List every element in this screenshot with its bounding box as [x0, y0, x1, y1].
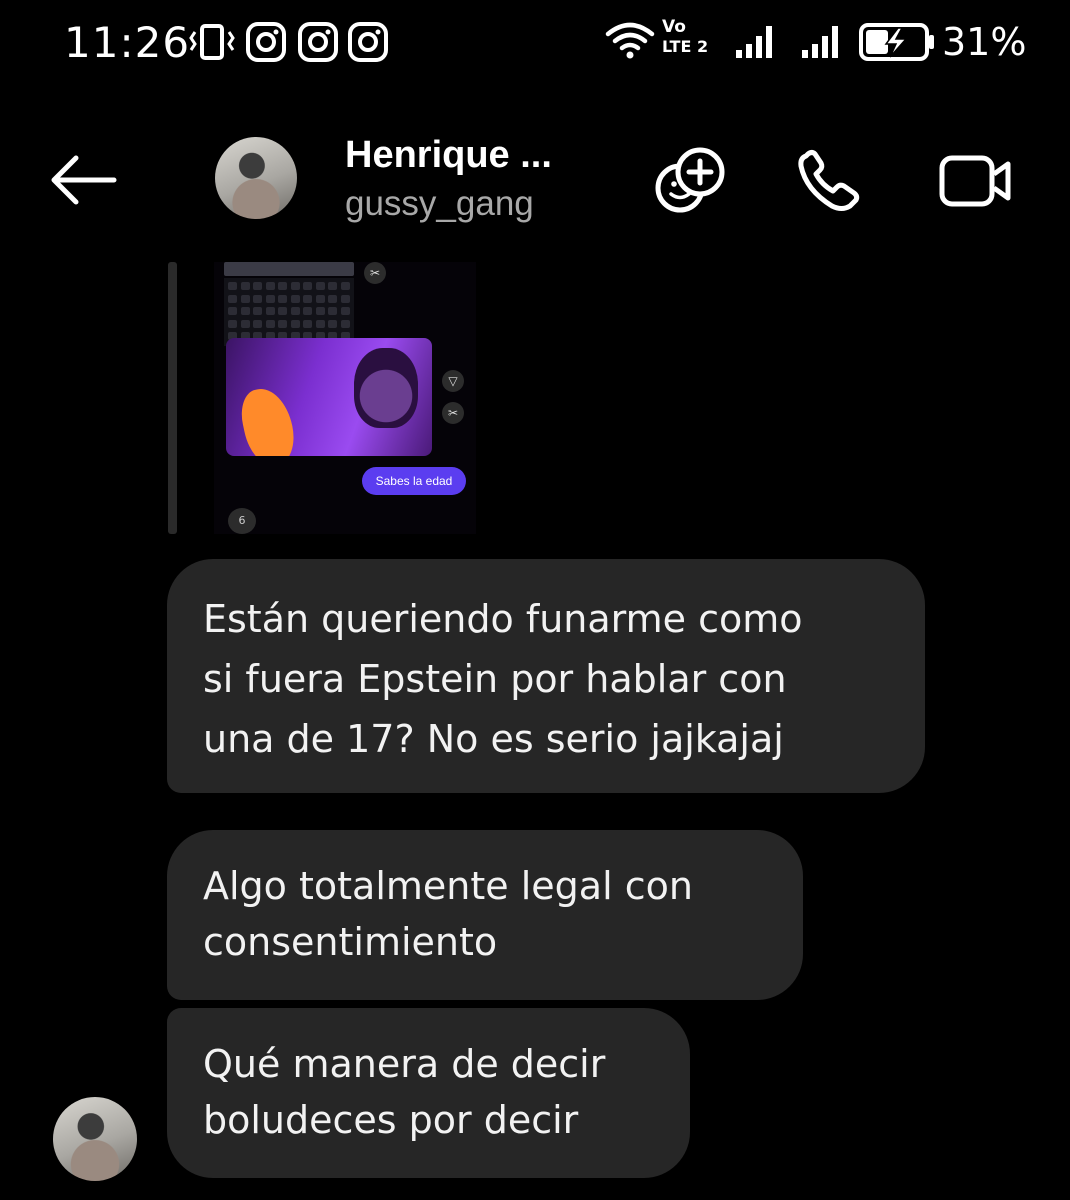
screenshot-keyboard-key	[340, 282, 350, 290]
vibrate-icon	[189, 24, 235, 60]
screenshot-keyboard-key	[290, 282, 300, 290]
instagram-icon	[298, 22, 338, 62]
screenshot-keyboard-key	[278, 282, 287, 290]
message-text: Algo totalmente legal con consentimiento	[203, 864, 693, 964]
orange-scribble	[236, 383, 300, 456]
screenshot-send-icon: ▽	[442, 370, 464, 392]
screenshot-keyboard-key	[290, 294, 300, 303]
screenshot-timestamp: 6	[228, 508, 256, 534]
status-bar: 11:26 Vo LTE 2 31%	[0, 0, 1070, 90]
screenshot-keyboard-key	[253, 282, 262, 290]
message-bubble[interactable]: Algo totalmente legal con consentimiento	[167, 830, 803, 1000]
screenshot-keyboard-key	[340, 307, 350, 315]
video-icon[interactable]	[936, 146, 1016, 216]
screenshot-keyboard-key	[278, 307, 287, 315]
screenshot-keyboard-key	[303, 319, 312, 328]
screenshot-message-input	[224, 262, 354, 276]
screenshot-keyboard-key	[328, 282, 337, 290]
screenshot-message-bubble: Sabes la edad	[362, 467, 466, 495]
screenshot-keyboard-key	[265, 307, 275, 315]
screenshot-keyboard-key	[240, 307, 250, 315]
battery-charging-icon	[859, 23, 934, 61]
volte-label-top: Vo	[662, 17, 686, 37]
message-text: Qué manera de decir boludeces por decir	[203, 1042, 606, 1142]
screenshot-keyboard-key	[328, 319, 337, 328]
screenshot-keyboard-key	[228, 319, 237, 328]
screenshot-keyboard-key	[240, 319, 250, 328]
screenshot-keyboard-key	[265, 319, 275, 328]
sender-avatar[interactable]	[53, 1097, 137, 1181]
signal-icon	[802, 26, 838, 58]
message-text: Están queriendo funarme como si fuera Ep…	[203, 597, 803, 761]
volte-label-bottom: LTE 2	[662, 37, 709, 56]
screenshot-keyboard-key	[240, 294, 250, 303]
contact-name[interactable]: Henrique ...	[345, 134, 552, 177]
screenshot-keyboard-key	[315, 319, 325, 328]
volte-icon: Vo LTE 2	[662, 18, 714, 62]
shared-screenshot[interactable]: ✂ ▽ ✂ Sabes la edad 6	[214, 262, 476, 534]
screenshot-keyboard-key	[340, 319, 350, 328]
screenshot-keyboard-key	[328, 307, 337, 315]
screenshot-keyboard-key	[315, 294, 325, 303]
screenshot-keyboard-key	[228, 307, 237, 315]
screenshot-keyboard-key	[278, 319, 287, 328]
back-arrow-icon[interactable]	[46, 150, 120, 210]
instagram-icon	[246, 22, 286, 62]
screenshot-keyboard-key	[265, 282, 275, 290]
clock: 11:26	[64, 18, 191, 67]
screenshot-keyboard-key	[315, 282, 325, 290]
screenshot-keyboard-key	[303, 294, 312, 303]
wifi-icon	[605, 22, 655, 59]
screenshot-keyboard-key	[265, 294, 275, 303]
battery-percent: 31%	[942, 20, 1027, 64]
screenshot-photo	[226, 338, 432, 456]
screenshot-keyboard-key	[290, 307, 300, 315]
screenshot-keyboard-key	[253, 319, 262, 328]
avatar[interactable]	[215, 137, 297, 219]
signal-icon	[736, 26, 772, 58]
screenshot-keyboard-key	[278, 294, 287, 303]
screenshot-share-icon: ✂	[442, 402, 464, 424]
screenshot-keyboard-key	[315, 307, 325, 315]
add-people-icon[interactable]	[650, 146, 730, 216]
message-bubble[interactable]: Están queriendo funarme como si fuera Ep…	[167, 559, 925, 793]
screenshot-face	[354, 348, 418, 428]
screenshot-keyboard-key	[340, 294, 350, 303]
message-bubble[interactable]: Qué manera de decir boludeces por decir	[167, 1008, 690, 1178]
instagram-icon	[348, 22, 388, 62]
screenshot-keyboard-key	[228, 282, 237, 290]
screenshot-keyboard-key	[328, 294, 337, 303]
phone-icon[interactable]	[792, 146, 872, 216]
screenshot-keyboard-key	[303, 307, 312, 315]
screenshot-share-icon: ✂	[364, 262, 386, 284]
reply-quote-bar	[168, 262, 177, 534]
contact-username: gussy_gang	[345, 184, 534, 223]
screenshot-keyboard-key	[253, 294, 262, 303]
screenshot-keyboard-key	[303, 282, 312, 290]
screenshot-keyboard-key	[290, 319, 300, 328]
chat-header: Henrique ... gussy_gang	[0, 120, 1070, 240]
screenshot-keyboard-key	[228, 294, 237, 303]
screenshot-keyboard	[224, 278, 354, 346]
screenshot-keyboard-key	[240, 282, 250, 290]
screenshot-keyboard-key	[253, 307, 262, 315]
